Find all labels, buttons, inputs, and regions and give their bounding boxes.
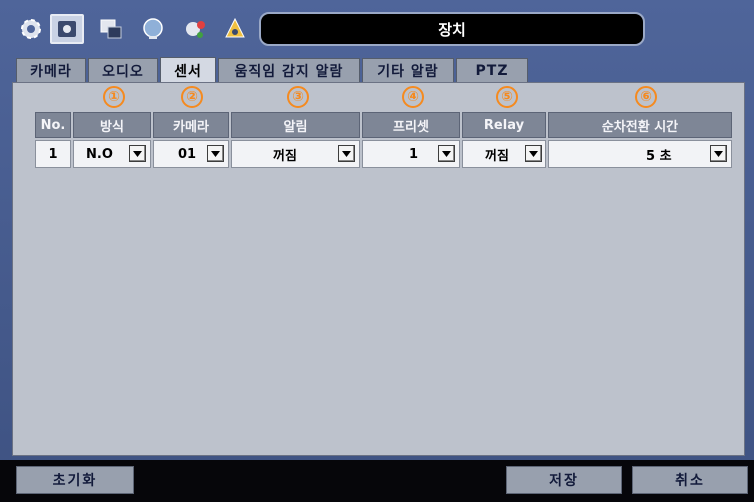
event-icon[interactable] <box>218 14 252 44</box>
settings-gear-icon[interactable] <box>14 14 48 44</box>
network-globe-icon[interactable] <box>136 14 170 44</box>
column-marker-5: ⑤ <box>496 86 518 108</box>
display-icon[interactable] <box>94 14 128 44</box>
sequence-time-select[interactable]: 5 초 <box>548 140 732 168</box>
chevron-down-icon[interactable] <box>438 145 455 162</box>
alarm-value: 꺼짐 <box>273 148 297 164</box>
chevron-down-icon[interactable] <box>338 145 355 162</box>
tab-audio[interactable]: 오디오 <box>88 58 158 82</box>
header-preset: 프리셋 <box>362 112 460 138</box>
camera-device-icon[interactable] <box>50 14 84 44</box>
mode-select[interactable]: N.O <box>73 140 151 168</box>
header-mode: 방식 <box>73 112 151 138</box>
preset-value: 1 <box>409 146 419 162</box>
header-alarm: 알림 <box>231 112 360 138</box>
column-marker-2: ② <box>181 86 203 108</box>
record-icon[interactable] <box>178 14 212 44</box>
column-marker-3: ③ <box>287 86 309 108</box>
column-marker-1: ① <box>103 86 125 108</box>
relay-select[interactable]: 꺼짐 <box>462 140 546 168</box>
save-button[interactable]: 저장 <box>506 466 622 494</box>
row-no: 1 <box>35 140 71 168</box>
camera-value: 01 <box>178 146 197 162</box>
column-marker-4: ④ <box>402 86 424 108</box>
relay-value: 꺼짐 <box>485 148 509 164</box>
header-camera: 카메라 <box>153 112 229 138</box>
header-no: No. <box>35 112 71 138</box>
alarm-select[interactable]: 꺼짐 <box>231 140 360 168</box>
tab-sensor[interactable]: 센서 <box>160 57 216 83</box>
tab-ptz[interactable]: PTZ <box>456 58 528 82</box>
preset-select[interactable]: 1 <box>362 140 460 168</box>
tab-camera[interactable]: 카메라 <box>16 58 86 82</box>
tab-motion-alarm[interactable]: 움직임 감지 알람 <box>218 58 360 82</box>
header-relay: Relay <box>462 112 546 138</box>
cancel-button[interactable]: 취소 <box>632 466 748 494</box>
sequence-time-value: 5 초 <box>646 148 672 164</box>
window-title: 장치 <box>259 12 645 46</box>
camera-select[interactable]: 01 <box>153 140 229 168</box>
chevron-down-icon[interactable] <box>710 145 727 162</box>
reset-button[interactable]: 초기화 <box>16 466 134 494</box>
chevron-down-icon[interactable] <box>207 145 224 162</box>
sensor-panel <box>12 82 745 456</box>
mode-value: N.O <box>86 146 113 162</box>
chevron-down-icon[interactable] <box>129 145 146 162</box>
chevron-down-icon[interactable] <box>525 145 542 162</box>
header-sequence-time: 순차전환 시간 <box>548 112 732 138</box>
column-marker-6: ⑥ <box>635 86 657 108</box>
tab-other-alarm[interactable]: 기타 알람 <box>362 58 454 82</box>
